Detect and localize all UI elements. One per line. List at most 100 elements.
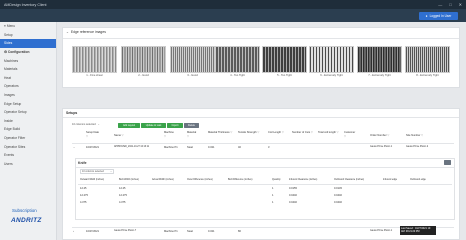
column-header-outward-width[interactable]: Outward Width (inches) <box>80 179 104 181</box>
minimize-icon[interactable]: — <box>438 2 442 7</box>
columns-selected-text: 10 columns selected <box>82 170 104 173</box>
edge-image <box>121 46 166 73</box>
column-header-quantity[interactable]: Quantity <box>272 179 281 181</box>
sidebar-item-setup[interactable]: Setup <box>0 31 56 40</box>
edge-image-card[interactable]: 7 - Extremely Tight <box>357 46 402 78</box>
column-header-material-thickness[interactable]: Material Thickness ▽ <box>208 131 234 135</box>
column-header-site-number[interactable]: Site Number ▽ <box>406 134 423 138</box>
sidebar-item-configuration[interactable]: ⚙ Configuration <box>0 48 56 57</box>
sidebar-item-images[interactable]: Images <box>0 91 56 100</box>
cell-name: APPROVED_2021-10-27 10:13:11 <box>114 146 150 148</box>
filter-icon[interactable]: ▽ <box>311 131 313 134</box>
knife-columns-selector[interactable]: 10 columns selected ⌄ <box>80 169 114 174</box>
edge-image-card[interactable]: 1 - Fine shear <box>72 46 117 78</box>
cell-material: Steel <box>187 230 193 233</box>
cell-setup-date: 10/27/2021 <box>86 230 99 233</box>
edge-image-card[interactable]: 2 - Good <box>121 46 166 78</box>
edge-image-caption: 6 - Extremely Tight <box>320 74 343 77</box>
sidebar-item-operator-setup[interactable]: Operator Setup <box>0 108 56 117</box>
sidebar: ≡ Menu Setup Sides ⚙ Configuration Machi… <box>0 22 57 240</box>
filter-icon[interactable]: ▽ <box>282 131 284 134</box>
maximize-icon[interactable]: □ <box>449 2 451 7</box>
sidebar-item-inside[interactable]: Inside <box>0 117 56 126</box>
edge-image <box>309 46 354 73</box>
sidebar-item-machines[interactable]: Machines <box>0 56 56 65</box>
table-row[interactable] <box>78 200 452 205</box>
update-to-last-button[interactable]: Update to Last <box>141 122 166 128</box>
import-button[interactable]: Import <box>167 122 183 128</box>
column-header-inbound-clearance[interactable]: Inbound Clearance (inches) <box>289 179 317 181</box>
sidebar-item-users[interactable]: Users <box>0 160 56 169</box>
column-header-inbound-edge[interactable]: Inbound edge <box>383 179 397 181</box>
edge-image-card[interactable]: 4 - Too Tight <box>215 46 260 78</box>
column-header-number-of-cuts[interactable]: Number of Cuts ▽ <box>292 131 314 135</box>
user-button[interactable]: ● Logged In User <box>419 11 458 20</box>
column-header-machine[interactable]: Machine ▽ <box>164 131 174 138</box>
column-header-tensile-strength[interactable]: Tensile Strength ▽ <box>238 131 264 135</box>
column-header-material[interactable]: Material ▽ <box>187 131 196 138</box>
edge-image-caption: 7 - Extremely Tight <box>368 74 391 77</box>
expand-chevron-icon[interactable]: ⌄ <box>73 146 75 149</box>
filter-icon[interactable]: ▽ <box>86 135 88 138</box>
filter-icon[interactable]: ▽ <box>387 134 389 137</box>
filter-icon[interactable]: ▽ <box>230 131 232 134</box>
column-header-outbound-clearance[interactable]: Outbound Clearance (inches) <box>334 179 364 181</box>
chevron-down-icon: ⌄ <box>97 123 100 126</box>
andritz-logo: ANDRITZ <box>11 217 42 224</box>
column-header-built-width[interactable]: Built Width (inches) <box>119 179 139 181</box>
table-row[interactable] <box>78 193 452 198</box>
filter-icon[interactable]: ▽ <box>187 135 189 138</box>
edge-image-card[interactable]: 3 - Good <box>170 46 215 78</box>
column-header-setup-date[interactable]: Setup Date ▽ <box>86 131 99 138</box>
filter-icon[interactable]: ▽ <box>337 131 339 134</box>
sidebar-item-operator-sites[interactable]: Operator Sites <box>0 142 56 151</box>
sidebar-item-edge-setup[interactable]: Edge Setup <box>0 99 56 108</box>
edge-image-card[interactable]: 5 - Too Tight <box>262 46 307 78</box>
column-header-actual-width[interactable]: Actual Width (inches) <box>152 179 174 181</box>
add-layout-button[interactable]: Add Layout <box>118 122 140 128</box>
last-saved-tooltip: Last Saved : 10/27/2021 10: AM: 09:21:20… <box>400 226 436 235</box>
sidebar-item-operators[interactable]: Operators <box>0 82 56 91</box>
column-header-outbound-edge[interactable]: Outbound edge <box>410 179 426 181</box>
edge-image <box>262 46 307 73</box>
table-row[interactable] <box>78 186 452 191</box>
add-knife-button[interactable] <box>444 160 451 165</box>
filter-icon[interactable]: ▽ <box>344 135 346 138</box>
edge-image-card[interactable]: 6 - Extremely Tight <box>309 46 354 78</box>
cell-inbound-clearance: 0.0440 <box>289 201 297 204</box>
sidebar-item-events[interactable]: Events <box>0 151 56 160</box>
delete-button[interactable]: Delete <box>184 122 199 128</box>
filter-icon[interactable]: ▽ <box>164 135 166 138</box>
cell-inbound-clearance: 0.0440 <box>289 194 297 197</box>
edge-image-card[interactable]: 8 - Extremely Tight <box>405 46 450 78</box>
sidebar-item-sides[interactable]: Sides <box>0 39 56 48</box>
close-icon[interactable]: ✕ <box>459 2 462 7</box>
filter-icon[interactable]: ▽ <box>421 134 423 137</box>
edge-panel-header[interactable]: ⌄ Edge reference images <box>66 30 106 34</box>
sidebar-item-materials[interactable]: Materials <box>0 65 56 74</box>
sidebar-item-heat[interactable]: Heat <box>0 74 56 83</box>
cell-name: Gauss Prime Piston 7 <box>114 230 137 232</box>
sidebar-item-menu[interactable]: ≡ Menu <box>0 22 56 31</box>
column-header-outer-difference[interactable]: Outer Difference (inches) <box>187 179 213 181</box>
column-header-built-difference[interactable]: Built Difference (inches) <box>228 179 252 181</box>
sidebar-item-operator-filter[interactable]: Operator Filter <box>0 134 56 143</box>
divider <box>63 117 459 118</box>
edge-image-caption: 2 - Good <box>138 74 149 77</box>
column-header-name[interactable]: Name ▽ <box>114 134 124 138</box>
filter-icon[interactable]: ▽ <box>257 131 259 134</box>
expand-chevron-icon[interactable]: › <box>73 230 74 233</box>
columns-selector[interactable]: 10 columns selected ⌄ <box>72 123 100 126</box>
divider <box>72 227 454 228</box>
edge-image-caption: 3 - Good <box>187 74 198 77</box>
cell-outbound-clearance: 0.0145 <box>334 187 342 190</box>
column-header-customer[interactable]: Customer ▽ <box>344 131 355 138</box>
column-header-coil-length[interactable]: Coil Length ▽ <box>268 131 288 135</box>
cell-built-width: 4.375 <box>119 201 126 204</box>
sidebar-item-edge-build[interactable]: Edge Build <box>0 125 56 134</box>
setups-title: Setups <box>66 111 78 115</box>
tooltip-line: AM: 09:21:20 PM <box>401 230 420 234</box>
filter-icon[interactable]: ▽ <box>122 134 124 137</box>
column-header-order-number[interactable]: Order Number ▽ <box>370 134 389 138</box>
column-header-total-coil-length[interactable]: Total coil length ▽ <box>318 131 340 135</box>
